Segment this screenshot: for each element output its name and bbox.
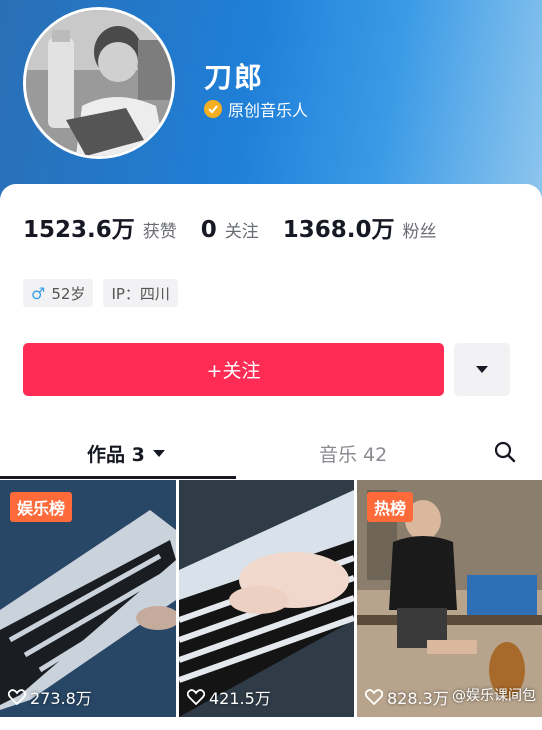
following-label[interactable]: 关注: [225, 217, 259, 242]
video-likes: 828.3万: [365, 685, 449, 709]
verification-badge: 原创音乐人: [204, 97, 308, 121]
caret-down-icon: [476, 365, 488, 373]
tab-works[interactable]: 作品 3: [87, 440, 167, 467]
video-likes-count: 828.3万: [387, 689, 449, 708]
followers-count[interactable]: 1368.0万: [283, 210, 395, 244]
search-button[interactable]: [493, 440, 517, 468]
chart-badge: 娱乐榜: [10, 492, 73, 522]
content-tabs: 作品 3 音乐 42: [0, 432, 542, 479]
watermark-label: @娱乐课间包: [452, 688, 536, 704]
likes-count[interactable]: 1523.6万: [23, 210, 135, 244]
more-options-button[interactable]: [454, 343, 510, 396]
video-likes: 273.8万: [8, 685, 92, 709]
tab-music[interactable]: 音乐 42: [319, 440, 387, 467]
caret-down-icon: [152, 449, 165, 457]
follow-button[interactable]: +关注: [23, 343, 444, 396]
profile-name: 刀郎: [204, 61, 265, 94]
video-likes-count: 421.5万: [209, 689, 271, 708]
watermark: @娱乐课间包: [452, 685, 536, 705]
search-icon: [494, 441, 516, 463]
ip-tag: IP：四川: [103, 279, 178, 307]
hot-badge: 热榜: [367, 492, 414, 522]
video-grid: 娱乐榜 273.8万 421.5万 热榜 828.3万 @娱乐课间包: [0, 480, 542, 720]
video-likes: 421.5万: [187, 685, 271, 709]
profile-stats: 1523.6万 获赞 0 关注 1368.0万 粉丝: [23, 210, 461, 244]
video-thumbnail[interactable]: 421.5万: [179, 480, 354, 717]
age-tag: ♂ 52岁: [23, 279, 94, 307]
heart-icon: [365, 689, 383, 705]
age-label: 52岁: [51, 284, 86, 303]
male-icon: ♂: [31, 283, 46, 303]
video-likes-count: 273.8万: [30, 689, 92, 708]
followers-label[interactable]: 粉丝: [403, 217, 437, 242]
heart-icon: [187, 689, 205, 705]
profile-tags: ♂ 52岁 IP：四川: [23, 279, 188, 307]
video-cover-piano-hands: [179, 480, 354, 717]
verification-label: 原创音乐人: [228, 101, 309, 120]
tab-works-label: 作品 3: [87, 444, 145, 466]
video-thumbnail[interactable]: 娱乐榜 273.8万: [0, 480, 176, 717]
verified-check-icon: [204, 100, 222, 118]
avatar-photo: [26, 10, 172, 156]
heart-icon: [8, 689, 26, 705]
following-count[interactable]: 0: [201, 217, 217, 243]
likes-label[interactable]: 获赞: [143, 217, 177, 242]
video-thumbnail[interactable]: 热榜 828.3万 @娱乐课间包: [357, 480, 542, 717]
active-tab-indicator: [0, 476, 236, 479]
ip-label: IP：四川: [111, 284, 170, 303]
avatar[interactable]: [23, 7, 175, 159]
